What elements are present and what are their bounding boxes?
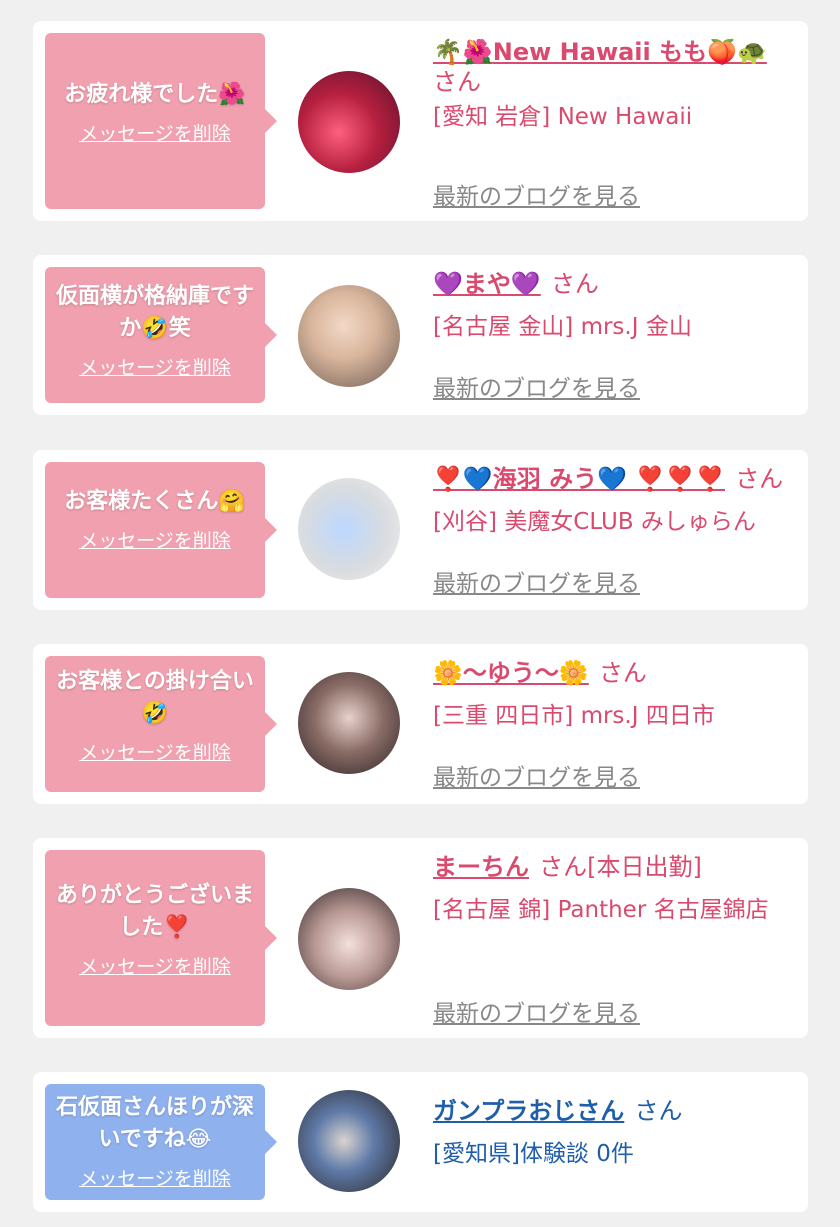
avatar[interactable] bbox=[298, 478, 400, 580]
avatar[interactable] bbox=[298, 888, 400, 990]
shop-info: [愛知 岩倉] New Hawaii bbox=[433, 104, 693, 130]
message-text: ありがとうございました❣️ bbox=[55, 883, 254, 940]
message-text: お客様たくさん🤗 bbox=[64, 489, 246, 514]
message-card: 石仮面さんほりが深いですね😂 メッセージを削除 ガンプラおじさん さん [愛知県… bbox=[33, 1072, 808, 1212]
latest-blog-link[interactable]: 最新のブログを見る bbox=[433, 758, 640, 792]
latest-blog-link[interactable]: 最新のブログを見る bbox=[433, 564, 640, 598]
message-card: ありがとうございました❣️ メッセージを削除 まーちん さん[本日出勤] [名古… bbox=[33, 838, 808, 1038]
message-bubble: 仮面横が格納庫ですか🤣笑 メッセージを削除 bbox=[45, 267, 277, 403]
message-card: 仮面横が格納庫ですか🤣笑 メッセージを削除 💜まや💜 さん [名古屋 金山] m… bbox=[33, 255, 808, 415]
message-bubble: ありがとうございました❣️ メッセージを削除 bbox=[45, 850, 277, 1026]
shop-info: [愛知県]体験談 0件 bbox=[433, 1141, 634, 1167]
profile-info: 🌴🌺New Hawaii もも🍑🐢 さん [愛知 岩倉] New Hawaii bbox=[433, 37, 803, 137]
profile-info: 💜まや💜 さん [名古屋 金山] mrs.J 金山 bbox=[433, 269, 803, 347]
message-text: お客様との掛け合い🤣 bbox=[56, 669, 254, 726]
delete-message-link[interactable]: メッセージを削除 bbox=[79, 119, 231, 146]
message-card: お客様たくさん🤗 メッセージを削除 ❣️💙海羽 みう💙 ❣️❣️❣️ さん [刈… bbox=[33, 450, 808, 610]
shop-info: [刈谷] 美魔女CLUB みしゅらん bbox=[433, 509, 756, 535]
latest-blog-link[interactable]: 最新のブログを見る bbox=[433, 369, 640, 403]
latest-blog-link[interactable]: 最新のブログを見る bbox=[433, 994, 640, 1028]
profile-name-link[interactable]: まーちん bbox=[433, 853, 529, 881]
profile-name-link[interactable]: 🌼〜ゆう〜🌼 bbox=[433, 659, 589, 687]
profile-name-link[interactable]: ガンプラおじさん bbox=[433, 1097, 624, 1125]
delete-message-link[interactable]: メッセージを削除 bbox=[79, 738, 231, 765]
latest-blog-link[interactable]: 最新のブログを見る bbox=[433, 177, 640, 211]
message-text: お疲れ様でした🌺 bbox=[64, 82, 246, 107]
profile-info: ガンプラおじさん さん [愛知県]体験談 0件 bbox=[433, 1096, 803, 1174]
profile-info: まーちん さん[本日出勤] [名古屋 錦] Panther 名古屋錦店 bbox=[433, 852, 803, 930]
message-card: お客様との掛け合い🤣 メッセージを削除 🌼〜ゆう〜🌼 さん [三重 四日市] m… bbox=[33, 644, 808, 804]
profile-info: ❣️💙海羽 みう💙 ❣️❣️❣️ さん [刈谷] 美魔女CLUB みしゅらん bbox=[433, 464, 803, 542]
shop-info: [名古屋 金山] mrs.J 金山 bbox=[433, 314, 692, 340]
profile-name-link[interactable]: 🌴🌺New Hawaii もも🍑🐢 bbox=[433, 38, 767, 66]
profile-name-link[interactable]: 💜まや💜 bbox=[433, 270, 541, 298]
shop-info: [三重 四日市] mrs.J 四日市 bbox=[433, 703, 715, 729]
honorific: さん bbox=[433, 68, 481, 96]
profile-info: 🌼〜ゆう〜🌼 さん [三重 四日市] mrs.J 四日市 bbox=[433, 658, 803, 736]
honorific: さん bbox=[735, 465, 784, 493]
delete-message-link[interactable]: メッセージを削除 bbox=[79, 526, 231, 553]
shop-info: [名古屋 錦] Panther 名古屋錦店 bbox=[433, 897, 769, 923]
message-text: 仮面横が格納庫ですか🤣笑 bbox=[55, 284, 254, 341]
message-card: お疲れ様でした🌺 メッセージを削除 🌴🌺New Hawaii もも🍑🐢 さん [… bbox=[33, 21, 808, 221]
message-bubble: 石仮面さんほりが深いですね😂 メッセージを削除 bbox=[45, 1084, 277, 1200]
honorific: さん bbox=[634, 1097, 683, 1125]
message-bubble: お客様たくさん🤗 メッセージを削除 bbox=[45, 462, 277, 598]
delete-message-link[interactable]: メッセージを削除 bbox=[79, 1164, 231, 1191]
avatar[interactable] bbox=[298, 672, 400, 774]
avatar[interactable] bbox=[298, 1090, 400, 1192]
delete-message-link[interactable]: メッセージを削除 bbox=[79, 952, 231, 979]
message-bubble: お客様との掛け合い🤣 メッセージを削除 bbox=[45, 656, 277, 792]
message-bubble: お疲れ様でした🌺 メッセージを削除 bbox=[45, 33, 277, 209]
avatar[interactable] bbox=[298, 285, 400, 387]
honorific: さん[本日出勤] bbox=[539, 853, 702, 881]
honorific: さん bbox=[550, 270, 599, 298]
delete-message-link[interactable]: メッセージを削除 bbox=[79, 353, 231, 380]
avatar[interactable] bbox=[298, 71, 400, 173]
message-text: 石仮面さんほりが深いですね😂 bbox=[55, 1095, 254, 1152]
profile-name-link[interactable]: ❣️💙海羽 みう💙 ❣️❣️❣️ bbox=[433, 465, 725, 493]
honorific: さん bbox=[598, 659, 647, 687]
